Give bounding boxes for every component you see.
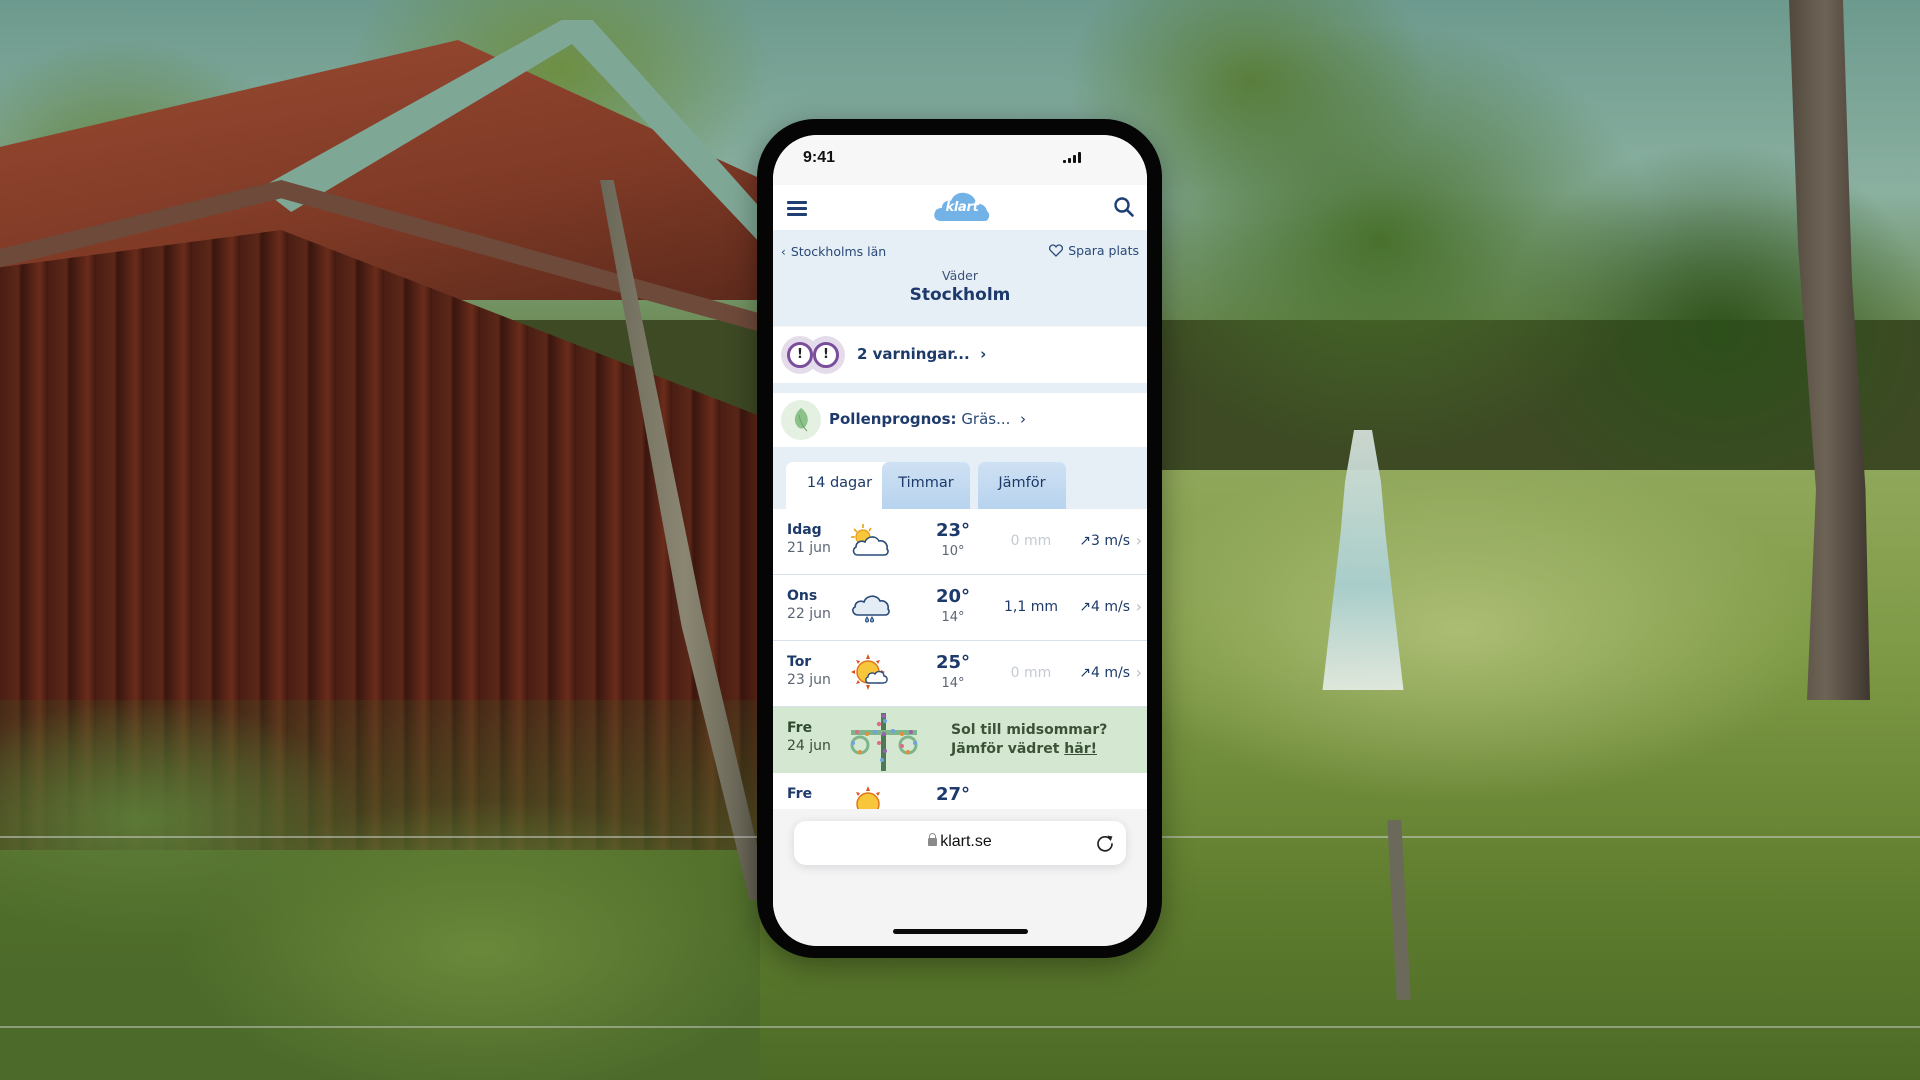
tab-14-dagar[interactable]: 14 dagar <box>786 462 893 509</box>
maypole-icon <box>849 713 919 775</box>
tab-timmar[interactable]: Timmar <box>882 462 970 509</box>
warnings-link[interactable]: 2 varningar... › <box>857 345 986 363</box>
day-date: 24 jun <box>787 738 831 754</box>
logo-text: klart <box>945 200 979 215</box>
heart-icon <box>1049 244 1064 257</box>
temp-max: 20° <box>935 586 971 607</box>
status-time: 9:41 <box>803 149 836 166</box>
back-link[interactable]: ‹ Stockholms län <box>781 244 886 259</box>
forecast-row[interactable]: Ons 22 jun 20° 14° 1,1 mm ↗4 m/s › <box>773 575 1147 641</box>
sun-small-cloud-icon <box>849 653 891 693</box>
forecast-row[interactable]: Idag 21 jun 23° 10° 0 mm ↗3 m/s › <box>773 509 1147 575</box>
lock-icon <box>928 833 938 846</box>
promo-line-2: Jämför vädret <box>951 741 1065 757</box>
temp-min: 10° <box>941 544 965 559</box>
chevron-right-icon: › <box>974 345 987 363</box>
ferns <box>0 700 760 1080</box>
wind-speed: 4 m/s <box>1090 665 1130 681</box>
phone-screen: 9:41 klart ‹ Stockholms län Spara plats … <box>773 135 1147 946</box>
url-display[interactable]: klart.se <box>794 833 1126 851</box>
klart-logo[interactable]: klart <box>933 191 991 223</box>
temp-max: 25° <box>935 652 971 673</box>
fence-wire <box>0 1026 1920 1028</box>
day-name: Fre <box>787 720 813 736</box>
partly-cloudy-icon <box>849 521 891 561</box>
pollen-value: Gräs... <box>961 410 1011 428</box>
warnings-card[interactable]: ! ! 2 varningar... › <box>773 327 1147 383</box>
temp-max: 23° <box>935 520 971 541</box>
wind: ↗4 m/s <box>1079 599 1130 615</box>
wind: ↗4 m/s <box>1079 665 1130 681</box>
day-name: Idag <box>787 522 822 538</box>
precipitation: 1,1 mm <box>1004 599 1058 615</box>
browser-toolbar: klart.se <box>773 809 1147 946</box>
promo-line-1: Sol till midsommar? <box>951 722 1108 738</box>
temp-max: 27° <box>935 784 971 805</box>
url-text: klart.se <box>940 833 992 850</box>
warnings-label: 2 varningar... <box>857 345 970 363</box>
forecast-row[interactable]: Fre 27° <box>773 773 1147 816</box>
tab-jamfor[interactable]: Jämför <box>978 462 1066 509</box>
midsummer-promo-row[interactable]: Fre 24 jun Sol till midsommar? Jämför vä… <box>773 707 1147 773</box>
save-location-button[interactable]: Spara plats <box>1049 243 1139 258</box>
hamburger-menu-icon[interactable] <box>787 201 807 216</box>
warning-exclamation-icon: ! ! <box>781 336 847 374</box>
temp-min: 14° <box>941 676 965 691</box>
chevron-right-icon: › <box>1015 410 1026 428</box>
phone-frame: 9:41 klart ‹ Stockholms län Spara plats … <box>757 119 1162 958</box>
promo-message: Sol till midsommar? Jämför vädret här! <box>951 721 1107 759</box>
wind: ↗3 m/s <box>1079 533 1130 549</box>
forecast-list: Idag 21 jun 23° 10° 0 mm ↗3 m/s › Ons 22… <box>773 509 1147 816</box>
day-date: 21 jun <box>787 540 831 556</box>
chevron-left-icon: ‹ <box>781 244 786 259</box>
precipitation: 0 mm <box>1010 665 1052 681</box>
pollen-label: Pollenprognos: <box>829 410 957 428</box>
cellular-signal-icon <box>1063 152 1081 163</box>
back-link-label: Stockholms län <box>790 244 887 259</box>
rain-cloud-icon <box>849 587 891 627</box>
leaf-icon <box>781 400 821 440</box>
day-date: 22 jun <box>787 606 831 622</box>
status-bar: 9:41 <box>773 135 1147 185</box>
forecast-row[interactable]: Tor 23 jun 25° 14° 0 mm ↗4 m/s › <box>773 641 1147 707</box>
day-name: Ons <box>787 588 818 604</box>
meadow-highlight <box>1160 470 1920 850</box>
top-nav: klart <box>773 185 1147 230</box>
day-name: Fre <box>787 786 813 802</box>
wind-arrow-icon: ↗ <box>1079 599 1091 615</box>
promo-link[interactable]: här! <box>1064 741 1097 757</box>
wind-arrow-icon: ↗ <box>1079 533 1091 549</box>
forecast-tabs: 14 dagar Timmar Jämför <box>773 447 1147 509</box>
precipitation: 0 mm <box>1010 533 1052 549</box>
wind-arrow-icon: ↗ <box>1079 665 1091 681</box>
wind-speed: 3 m/s <box>1090 533 1130 549</box>
section-label: Väder <box>941 268 978 283</box>
reload-icon[interactable] <box>1094 832 1116 854</box>
home-indicator[interactable] <box>893 929 1028 934</box>
wind-speed: 4 m/s <box>1090 599 1130 615</box>
location-header: ‹ Stockholms län Spara plats Väder Stock… <box>773 230 1147 326</box>
chevron-right-icon: › <box>1135 597 1142 616</box>
pollen-card[interactable]: Pollenprognos: Gräs... › <box>773 393 1147 447</box>
pollen-link[interactable]: Pollenprognos: Gräs... › <box>829 410 1026 428</box>
search-icon[interactable] <box>1113 196 1135 218</box>
chevron-right-icon: › <box>1135 663 1142 682</box>
temp-min: 14° <box>941 610 965 625</box>
page-title: Stockholm <box>909 285 1011 305</box>
address-bar[interactable]: klart.se <box>794 821 1126 865</box>
day-name: Tor <box>787 654 812 670</box>
divider <box>773 383 1147 393</box>
save-location-label: Spara plats <box>1068 243 1139 258</box>
chevron-right-icon: › <box>1135 531 1142 550</box>
day-date: 23 jun <box>787 672 831 688</box>
